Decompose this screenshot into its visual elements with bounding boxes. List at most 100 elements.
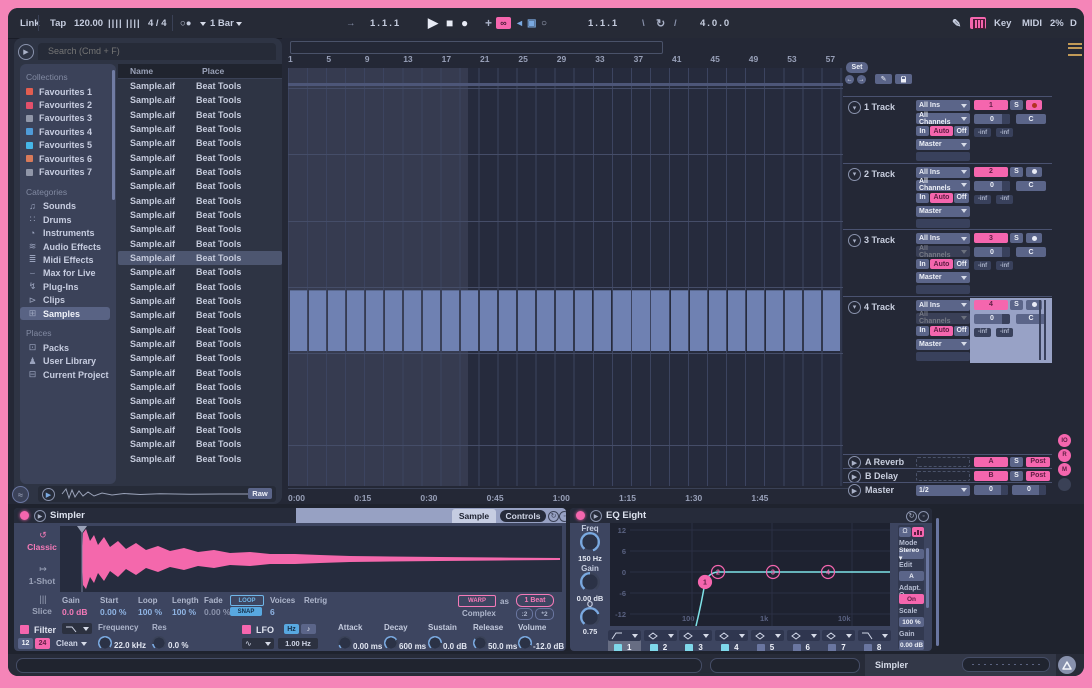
crossfade-box[interactable] xyxy=(916,219,970,228)
warp-half-button[interactable]: :2 xyxy=(516,608,533,620)
eq-graph[interactable]: 1260-6-121001k10k 1234 xyxy=(610,523,890,626)
env-knob-release[interactable] xyxy=(473,636,487,650)
return-send-button[interactable]: B xyxy=(974,471,1008,481)
env-value-sustain[interactable]: 0.0 dB xyxy=(443,642,467,651)
monitor-auto-button[interactable]: Auto xyxy=(930,259,953,269)
scale-field[interactable]: 100 % xyxy=(899,617,924,627)
mixer-section-toggle-r[interactable]: R xyxy=(1058,449,1071,462)
eq-band-7[interactable]: 7 xyxy=(822,630,855,651)
eq-knob-freq[interactable] xyxy=(580,532,600,552)
param-value-length[interactable]: 100 % xyxy=(172,607,196,617)
monitor-off-button[interactable]: Off xyxy=(954,326,969,336)
track-input-select[interactable]: All Ins xyxy=(916,167,970,178)
track-volume-slider[interactable]: 0 xyxy=(974,247,1010,257)
adapt-q-button[interactable]: On xyxy=(899,594,924,604)
track-arm-button[interactable] xyxy=(1026,167,1042,177)
env-knob-volume[interactable] xyxy=(518,636,532,650)
param-value-start[interactable]: 0.00 % xyxy=(100,607,126,617)
env-value-attack[interactable]: 0.00 ms xyxy=(353,642,382,651)
track-channel-select[interactable]: All Channels xyxy=(916,113,970,124)
track-input-select[interactable]: All Ins xyxy=(916,233,970,244)
mode-1-shot[interactable]: 1-Shot xyxy=(22,576,62,586)
eq-band-enable-checkbox[interactable] xyxy=(793,644,801,651)
track-pan-button[interactable]: C xyxy=(1016,314,1046,324)
device-drop-box[interactable] xyxy=(962,657,1050,672)
param-value-fade[interactable]: 0.00 % xyxy=(204,607,230,617)
frequency-knob[interactable] xyxy=(98,636,112,650)
pencil-tool-button[interactable]: ✎ xyxy=(875,74,892,84)
track-output-select[interactable]: Master xyxy=(916,272,970,283)
edit-ab-button[interactable]: A xyxy=(899,571,924,581)
track-pan-button[interactable]: C xyxy=(1016,114,1046,124)
eq-band-shape-select[interactable] xyxy=(858,630,891,641)
eq-knob-gain[interactable] xyxy=(580,572,600,592)
track-solo-button[interactable]: S xyxy=(1010,100,1023,110)
crossfade-box[interactable] xyxy=(916,152,970,161)
device-play-icon[interactable]: ▶ xyxy=(590,510,602,522)
analyze-button[interactable] xyxy=(912,527,924,537)
monitor-auto-button[interactable]: Auto xyxy=(930,193,953,203)
mixer-section-toggle-m[interactable]: M xyxy=(1058,463,1071,476)
track-volume-slider[interactable]: 0 xyxy=(974,314,1010,324)
track-collapse-button[interactable]: ▾ xyxy=(848,234,861,247)
track-number-button[interactable]: 3 xyxy=(974,233,1008,243)
voices-value[interactable]: 6 xyxy=(270,607,275,617)
track-collapse-button[interactable]: ▾ xyxy=(848,168,861,181)
track-number-button[interactable]: 4 xyxy=(974,300,1008,310)
eq-band-6[interactable]: 6 xyxy=(787,630,820,651)
snap-toggle-button[interactable]: SNAP xyxy=(230,607,262,616)
crossfade-box[interactable] xyxy=(916,285,970,294)
track-channel-select[interactable]: All Channels xyxy=(916,246,970,257)
env-knob-sustain[interactable] xyxy=(428,636,442,650)
set-button[interactable]: Set xyxy=(846,62,868,73)
device-on-led[interactable] xyxy=(20,511,29,520)
monitor-auto-button[interactable]: Auto xyxy=(930,326,953,336)
track-pan-button[interactable]: C xyxy=(1016,181,1046,191)
env-value-decay[interactable]: 600 ms xyxy=(399,642,426,651)
filter-circuit-select[interactable]: Clean xyxy=(56,638,92,649)
eq-band-4[interactable]: 4 xyxy=(715,630,748,651)
lfo-hz-button[interactable]: Hz xyxy=(284,624,299,634)
device-play-icon[interactable]: ▶ xyxy=(34,510,46,522)
next-marker-button[interactable]: → xyxy=(857,75,866,84)
eq-band-enable-checkbox[interactable] xyxy=(614,644,622,651)
eq-band-shape-select[interactable] xyxy=(608,630,641,641)
track-arm-button[interactable] xyxy=(1026,100,1042,110)
tab-controls[interactable]: Controls xyxy=(500,510,546,522)
res-knob[interactable] xyxy=(152,636,166,650)
track-input-select[interactable]: All Ins xyxy=(916,300,970,311)
eq-band-1[interactable]: 1 xyxy=(608,630,641,651)
master-volume-slider[interactable]: 0 xyxy=(974,485,1008,495)
mixer-section-toggle-io[interactable]: IO xyxy=(1058,434,1071,447)
eq-band-3[interactable]: 3 xyxy=(679,630,712,651)
monitor-in-button[interactable]: In xyxy=(916,259,929,269)
eq-band-enable-checkbox[interactable] xyxy=(721,644,729,651)
device-on-led[interactable] xyxy=(576,511,585,520)
monitor-in-button[interactable]: In xyxy=(916,126,929,136)
frequency-value[interactable]: 22.0 kHz xyxy=(114,641,146,650)
lock-envelopes-button[interactable] xyxy=(895,74,912,84)
lfo-rate-field[interactable]: 1.00 Hz xyxy=(278,638,318,649)
eq-knob-q[interactable] xyxy=(580,607,600,627)
env-knob-decay[interactable] xyxy=(384,636,398,650)
monitor-off-button[interactable]: Off xyxy=(954,259,969,269)
eq-band-shape-select[interactable] xyxy=(787,630,820,641)
retrig-label[interactable]: Retrig xyxy=(304,596,327,605)
mode-slice[interactable]: Slice xyxy=(22,606,62,616)
prev-marker-button[interactable]: ← xyxy=(845,75,854,84)
monitor-auto-button[interactable]: Auto xyxy=(930,126,953,136)
return-empty-box[interactable] xyxy=(916,457,970,467)
track-output-select[interactable]: Master xyxy=(916,206,970,217)
lfo-checkbox[interactable] xyxy=(242,625,251,634)
track-solo-button[interactable]: S xyxy=(1010,167,1023,177)
hot-swap-button[interactable]: ↻ xyxy=(906,511,917,522)
eq-knob-value-q[interactable]: 0.75 xyxy=(572,627,608,636)
monitor-in-button[interactable]: In xyxy=(916,326,929,336)
warp-mode-select[interactable]: Complex xyxy=(462,609,496,618)
eq-band-enable-checkbox[interactable] xyxy=(685,644,693,651)
env-knob-attack[interactable] xyxy=(338,636,352,650)
return-solo-button[interactable]: S xyxy=(1010,457,1023,467)
track-solo-button[interactable]: S xyxy=(1010,300,1023,310)
meter-left[interactable]: -inf xyxy=(974,128,991,137)
eq-band-shape-select[interactable] xyxy=(751,630,784,641)
